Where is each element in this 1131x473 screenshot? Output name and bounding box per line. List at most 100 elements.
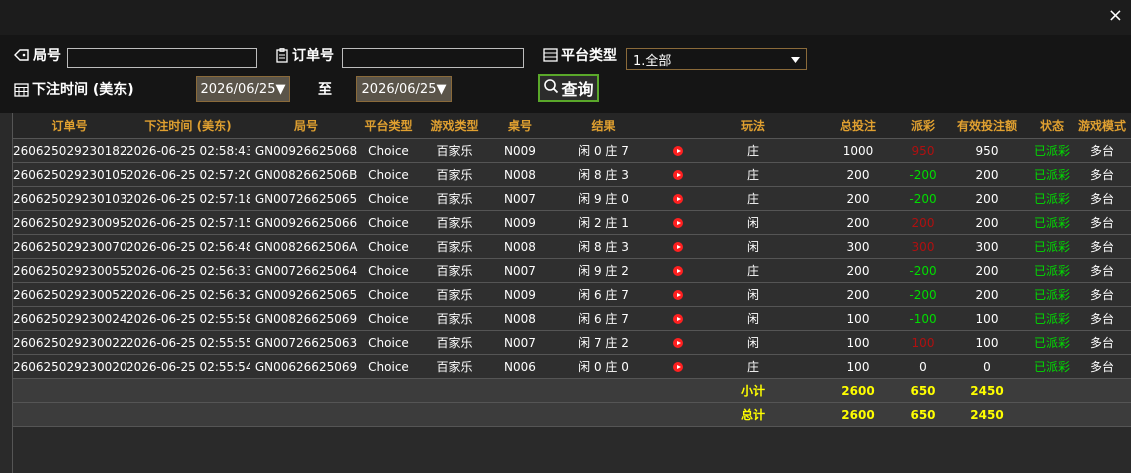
cell-bet: 300 (812, 234, 904, 259)
cell-table: N008 (494, 234, 546, 259)
cell-play: 闲 (694, 306, 812, 331)
cell-order: 260625029230182 (13, 138, 126, 163)
cell-play: 庄 (694, 186, 812, 211)
time-label: 下注时间 (美东) (14, 79, 134, 99)
cell-status: 已派彩 (1032, 258, 1072, 283)
cell-empty (250, 378, 362, 403)
cell-mode: 多台 (1072, 306, 1131, 331)
cell-play: 庄 (694, 354, 812, 379)
column-header: 总投注 (812, 113, 904, 139)
cell-platform: Choice (362, 234, 415, 259)
platform-select[interactable]: 1.全部 (626, 48, 807, 70)
cell-empty (415, 402, 494, 427)
cell-empty (362, 378, 415, 403)
cell-play: 闲 (694, 282, 812, 307)
tag-icon (14, 48, 30, 62)
play-icon[interactable] (672, 290, 683, 300)
table-row[interactable]: 260625029230070 2026-06-25 02:56:48 GN0082… (13, 234, 1131, 259)
play-icon[interactable] (672, 314, 683, 324)
column-header: 下注时间 (美东) (126, 113, 250, 139)
play-icon[interactable] (672, 242, 683, 252)
cell-empty (546, 402, 661, 427)
cell-round: GN0082662506B (250, 162, 362, 187)
cell-valid: 0 (942, 354, 1032, 379)
play-icon[interactable] (672, 338, 683, 348)
bet-records-grid: 订单号 下注时间 (美东) 局号 平台类型 游戏类型 桌号 结果 玩法 总投注 派彩 有效投注额 状态… (12, 113, 1131, 473)
play-icon[interactable] (672, 170, 683, 180)
cell-table: N007 (494, 258, 546, 283)
order-input[interactable] (342, 48, 524, 68)
subtotal-row: 小计 2600 650 2450 (13, 378, 1131, 403)
cell-result: 闲 6 庄 7 (546, 306, 661, 331)
cell-round: GN00826625069 (250, 306, 362, 331)
cell-table: N009 (494, 282, 546, 307)
cell-bet: 200 (812, 186, 904, 211)
cell-round: GN00726625063 (250, 330, 362, 355)
cell-round: GN00726625064 (250, 258, 362, 283)
cell-valid: 200 (942, 258, 1032, 283)
cell-table: N007 (494, 186, 546, 211)
cell-time: 2026-06-25 02:56:33 (126, 258, 250, 283)
table-row[interactable]: 260625029230055 2026-06-25 02:56:33 GN0072… (13, 258, 1131, 283)
cell-payout: -200 (904, 186, 942, 211)
cell-platform: Choice (362, 258, 415, 283)
cell-round: GN00926625068 (250, 138, 362, 163)
table-row[interactable]: 260625029230052 2026-06-25 02:56:32 GN0092… (13, 282, 1131, 307)
query-button[interactable]: 查询 (538, 74, 599, 102)
cell-empty (126, 378, 250, 403)
cell-bet: 1000 (812, 138, 904, 163)
cell-platform: Choice (362, 162, 415, 187)
cell-game: 百家乐 (415, 210, 494, 235)
play-icon[interactable] (672, 266, 683, 276)
cell-status: 已派彩 (1032, 234, 1072, 259)
cell-result: 闲 8 庄 3 (546, 162, 661, 187)
cell-mode: 多台 (1072, 210, 1131, 235)
cell-mode: 多台 (1072, 186, 1131, 211)
cell-time: 2026-06-25 02:57:15 (126, 210, 250, 235)
cell-empty (362, 402, 415, 427)
close-icon[interactable]: × (1108, 6, 1123, 26)
play-icon[interactable] (672, 218, 683, 228)
cell-valid: 950 (942, 138, 1032, 163)
play-icon[interactable] (672, 146, 683, 156)
date-to-picker[interactable]: 2026/06/25▼ (356, 76, 452, 102)
table-row[interactable]: 260625029230022 2026-06-25 02:55:55 GN0072… (13, 330, 1131, 355)
cell-game: 百家乐 (415, 258, 494, 283)
cell-empty (1072, 402, 1131, 427)
cell-mode: 多台 (1072, 258, 1131, 283)
play-icon[interactable] (672, 362, 683, 372)
cell-mode: 多台 (1072, 330, 1131, 355)
table-row[interactable]: 260625029230024 2026-06-25 02:55:58 GN0082… (13, 306, 1131, 331)
table-row[interactable]: 260625029230020 2026-06-25 02:55:54 GN0062… (13, 354, 1131, 379)
cell-status: 已派彩 (1032, 138, 1072, 163)
table-row[interactable]: 260625029230095 2026-06-25 02:57:15 GN0092… (13, 210, 1131, 235)
summary-bet: 2600 (812, 378, 904, 403)
table-row[interactable]: 260625029230105 2026-06-25 02:57:20 GN0082… (13, 162, 1131, 187)
cell-mode: 多台 (1072, 282, 1131, 307)
cell-table: N008 (494, 162, 546, 187)
play-icon[interactable] (672, 194, 683, 204)
replay-cell (661, 330, 694, 355)
table-row[interactable]: 260625029230103 2026-06-25 02:57:18 GN0072… (13, 186, 1131, 211)
cell-valid: 200 (942, 162, 1032, 187)
round-input[interactable] (67, 48, 257, 68)
list-icon (543, 48, 558, 62)
cell-table: N009 (494, 138, 546, 163)
cell-time: 2026-06-25 02:56:32 (126, 282, 250, 307)
cell-play: 闲 (694, 330, 812, 355)
cell-payout: -200 (904, 258, 942, 283)
table-row[interactable]: 260625029230182 2026-06-25 02:58:43 GN0092… (13, 138, 1131, 163)
column-header: 结果 (546, 113, 661, 139)
date-from-picker[interactable]: 2026/06/25▼ (196, 76, 290, 102)
cell-payout: -100 (904, 306, 942, 331)
cell-platform: Choice (362, 210, 415, 235)
cell-platform: Choice (362, 138, 415, 163)
order-label: 订单号 (275, 45, 334, 65)
cell-platform: Choice (362, 282, 415, 307)
table-header-row: 订单号 下注时间 (美东) 局号 平台类型 游戏类型 桌号 结果 玩法 总投注 派彩 有效投注额 状态… (13, 113, 1131, 139)
column-header: 游戏模式 (1072, 113, 1131, 139)
cell-game: 百家乐 (415, 306, 494, 331)
cell-platform: Choice (362, 306, 415, 331)
cell-table: N006 (494, 354, 546, 379)
cell-empty (1032, 402, 1072, 427)
